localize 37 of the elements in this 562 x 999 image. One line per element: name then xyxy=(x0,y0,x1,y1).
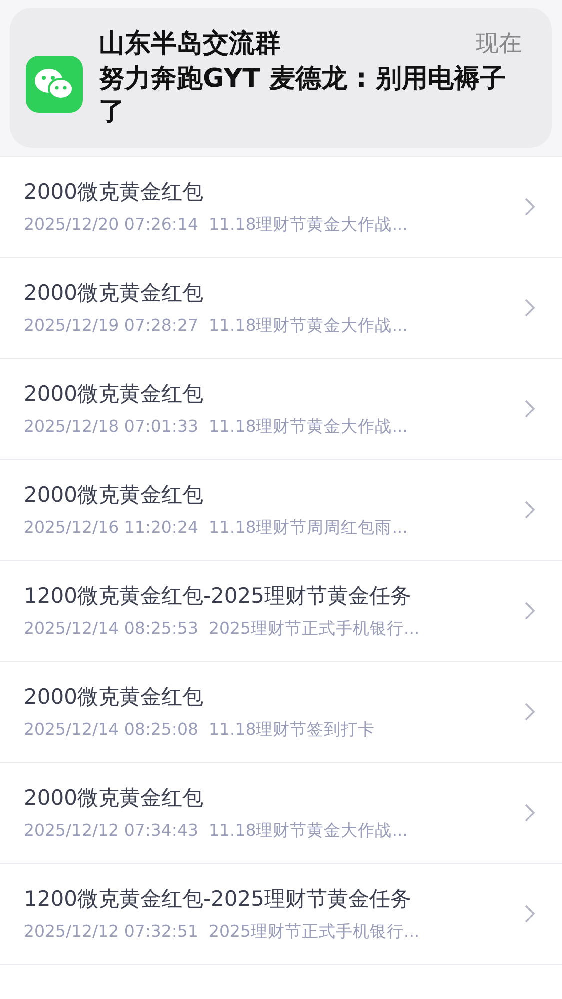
record-title: 2000微克黄金红包 xyxy=(24,684,204,711)
notification-message: 努力奔跑GYT 麦德龙 : 别用电褥子了 xyxy=(99,63,507,128)
notification-banner[interactable]: 山东半岛交流群 现在 努力奔跑GYT 麦德龙 : 别用电褥子了 xyxy=(10,8,552,148)
record-row[interactable]: 2000微克黄金红包 2025/12/19 07:28:27 11.18理财节黄金大作战... xyxy=(0,258,562,359)
chevron-icon xyxy=(524,399,536,419)
record-detail: 2025/12/12 07:32:51 2025理财节正式手机银行... xyxy=(24,921,421,943)
record-row[interactable]: 2000微克黄金红包 2025/12/16 11:20:24 11.18理财节周周红包雨... xyxy=(0,460,562,561)
chevron-icon xyxy=(524,298,536,318)
record-detail: 2025/12/14 08:25:08 11.18理财节签到打卡 xyxy=(24,719,376,741)
record-detail: 2025/12/14 08:25:53 2025理财节正式手机银行... xyxy=(24,618,421,640)
record-title: 1200微克黄金红包-2025理财节黄金任务 xyxy=(24,583,412,610)
chevron-icon xyxy=(524,197,536,217)
record-title: 2000微克黄金红包 xyxy=(24,482,204,509)
record-title: 1200微克黄金红包-2025理财节黄金任务 xyxy=(24,886,412,913)
record-title: 2000微克黄金红包 xyxy=(24,280,204,307)
chevron-icon xyxy=(524,702,536,722)
record-row[interactable]: 2000微克黄金红包 2025/12/14 08:25:08 11.18理财节签到打卡 xyxy=(0,662,562,763)
notification-time: 现在 xyxy=(476,30,522,59)
chat-bubbles-icon xyxy=(26,56,83,113)
chevron-icon xyxy=(524,803,536,823)
record-row[interactable]: 2000微克黄金红包 2025/12/20 07:26:14 11.18理财节黄金大作战... xyxy=(0,157,562,258)
record-row[interactable]: 1200微克黄金红包-2025理财节黄金任务 2025/12/12 07:32:51 2025理财节正式手机银行... xyxy=(0,864,562,965)
record-row[interactable]: 2000微克黄金红包 2025/12/18 07:01:33 11.18理财节黄金大作战... xyxy=(0,359,562,460)
record-detail: 2025/12/20 07:26:14 11.18理财节黄金大作战... xyxy=(24,214,409,236)
record-title: 2000微克黄金红包 xyxy=(24,785,204,812)
record-detail: 2025/12/18 07:01:33 11.18理财节黄金大作战... xyxy=(24,416,409,438)
record-title: 2000微克黄金红包 xyxy=(24,381,204,408)
record-detail: 2025/12/16 11:20:24 11.18理财节周周红包雨... xyxy=(24,517,409,539)
record-title: 2000微克黄金红包 xyxy=(24,179,204,206)
chevron-icon xyxy=(524,904,536,924)
record-row[interactable]: 2000微克黄金红包 2025/12/12 07:34:43 11.18理财节黄金大作战... xyxy=(0,763,562,864)
record-detail: 2025/12/19 07:28:27 11.18理财节黄金大作战... xyxy=(24,315,409,337)
record-row[interactable]: 1200微克黄金红包-2025理财节黄金任务 2025/12/14 08:25:53 2025理财节正式手机银行... xyxy=(0,561,562,662)
group-name: 山东半岛交流群 xyxy=(99,28,281,61)
record-detail: 2025/12/12 07:34:43 11.18理财节黄金大作战... xyxy=(24,820,409,842)
chevron-icon xyxy=(524,601,536,621)
chevron-icon xyxy=(524,500,536,520)
